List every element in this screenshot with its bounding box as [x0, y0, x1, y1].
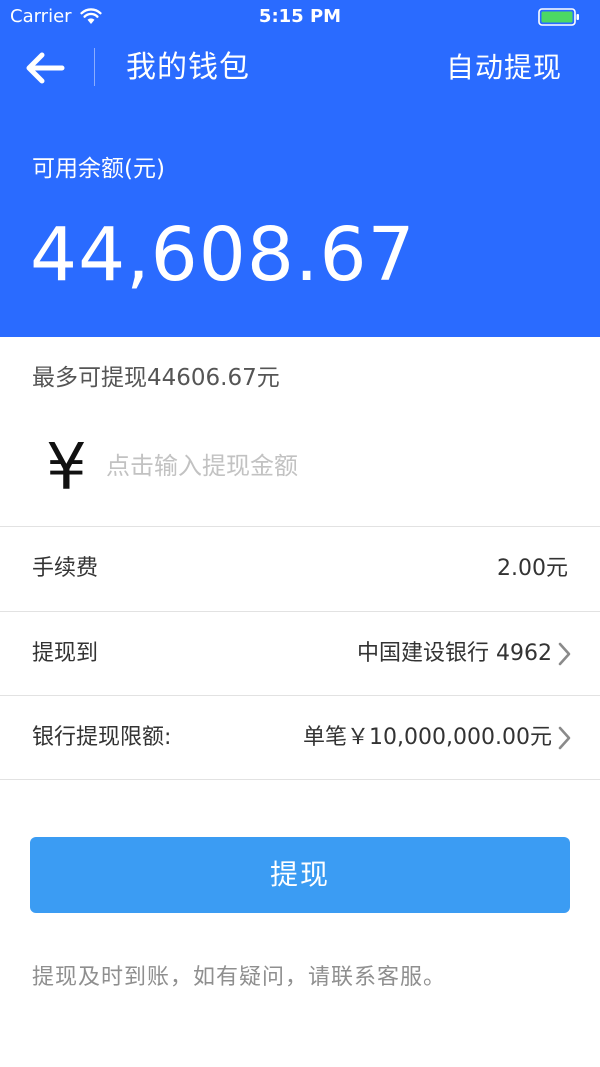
- yuan-currency-icon: ¥: [46, 431, 87, 505]
- bank-limit-label: 银行提现限额:: [32, 725, 172, 750]
- balance-amount: 44,608.67: [30, 212, 416, 298]
- status-bar: Carrier 5:15 PM: [0, 0, 600, 34]
- bank-limit-row[interactable]: 银行提现限额: 单笔￥10,000,000.00元: [0, 696, 600, 780]
- page-title: 我的钱包: [126, 50, 250, 85]
- amount-input-row: ¥: [0, 420, 600, 526]
- status-time: 5:15 PM: [258, 6, 342, 27]
- arrow-left-icon: [22, 48, 68, 88]
- nav-bar: 我的钱包 自动提现: [0, 34, 600, 104]
- withdraw-to-label: 提现到: [32, 641, 99, 666]
- header: Carrier 5:15 PM 我的钱包 自动提现 可用余额(元) 44,608…: [0, 0, 600, 337]
- chevron-right-icon: [558, 726, 572, 750]
- max-withdraw-text: 最多可提现44606.67元: [32, 365, 280, 391]
- bank-account-value: 中国建设银行 4962: [357, 641, 552, 666]
- auto-withdraw-button[interactable]: 自动提现: [446, 50, 562, 86]
- nav-divider: [94, 48, 95, 86]
- withdraw-to-row[interactable]: 提现到 中国建设银行 4962: [0, 612, 600, 696]
- fee-value: 2.00元: [497, 556, 568, 581]
- withdraw-amount-input[interactable]: [106, 446, 566, 486]
- battery-full-icon: [538, 8, 580, 26]
- footer-note: 提现及时到账，如有疑问，请联系客服。: [32, 965, 447, 990]
- bank-limit-value: 单笔￥10,000,000.00元: [303, 725, 552, 750]
- wallet-screen: Carrier 5:15 PM 我的钱包 自动提现 可用余额(元) 44,608…: [0, 0, 600, 1067]
- divider: [0, 779, 600, 780]
- fee-label: 手续费: [32, 556, 99, 581]
- withdraw-submit-button[interactable]: 提现: [30, 837, 570, 913]
- balance-label: 可用余额(元): [32, 156, 165, 182]
- back-button[interactable]: [22, 48, 68, 88]
- chevron-right-icon: [558, 642, 572, 666]
- fee-row: 手续费 2.00元: [0, 527, 600, 611]
